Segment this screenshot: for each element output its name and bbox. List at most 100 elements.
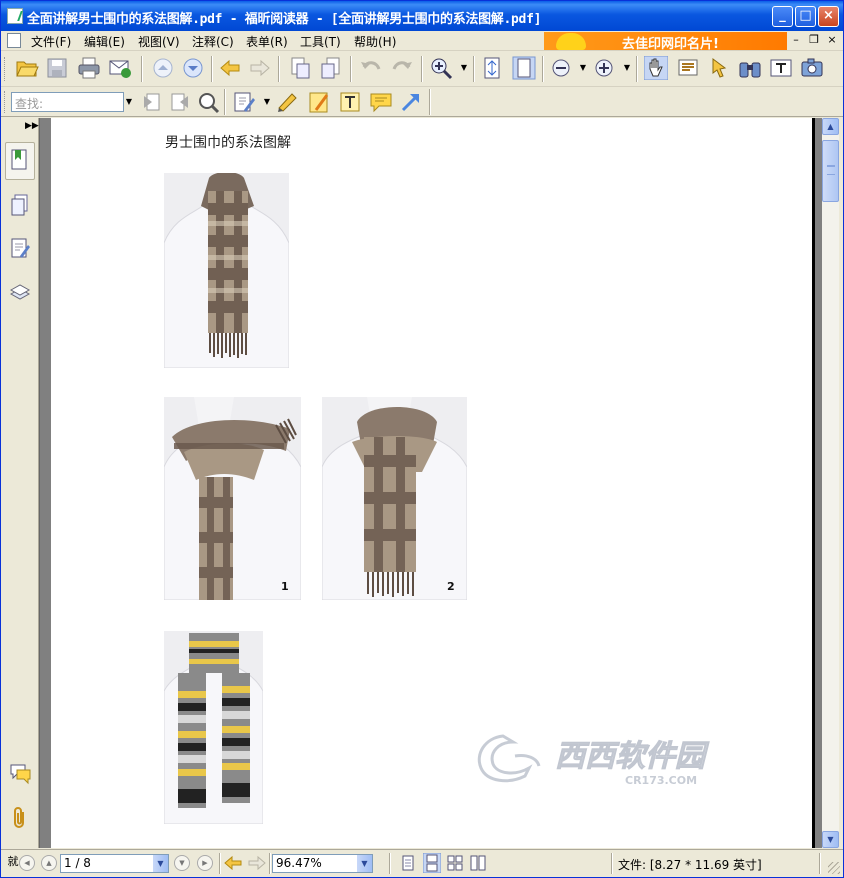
step-number-label: 2 — [447, 580, 455, 593]
annotations-icon[interactable] — [9, 236, 31, 260]
first-page-icon[interactable]: ◀ — [19, 855, 35, 871]
page-dropdown-arrow[interactable]: ▼ — [153, 855, 168, 872]
document-icon[interactable] — [7, 33, 21, 48]
document-viewport[interactable]: 男士围巾的系法图解 1 2 西西软件园 CR173.COM — [49, 118, 822, 848]
status-separator — [819, 853, 821, 874]
pages-thumbnail-icon[interactable] — [9, 193, 31, 217]
pencil-note-icon[interactable] — [307, 90, 331, 114]
forward-arrow-icon[interactable] — [248, 56, 272, 80]
menu-tools[interactable]: 工具(T) — [300, 33, 341, 50]
toolbar-separator — [211, 56, 213, 82]
minimize-button[interactable]: _ — [772, 6, 793, 27]
next-page-icon[interactable] — [181, 56, 205, 80]
snapshot-binoculars-icon[interactable] — [738, 56, 762, 80]
menu-edit[interactable]: 编辑(E) — [84, 33, 125, 50]
status-back-icon[interactable] — [224, 855, 242, 871]
insert-page-icon[interactable] — [319, 56, 343, 80]
previous-page-icon[interactable] — [151, 56, 175, 80]
find-toolbar: 查找: ▼ ▼ — [1, 87, 843, 117]
undo-icon[interactable] — [359, 56, 383, 80]
smiley-icon — [556, 33, 586, 50]
resize-grip[interactable] — [828, 862, 840, 874]
note-dropdown-arrow[interactable]: ▼ — [263, 90, 271, 114]
highlight-pen-icon[interactable] — [276, 90, 300, 114]
title-bar[interactable]: 全面讲解男士围巾的系法图解.pdf - 福昕阅读器 - [全面讲解男士围巾的系法… — [1, 1, 843, 31]
fit-page-icon[interactable] — [512, 56, 536, 80]
continuous-facing-view-icon[interactable] — [470, 855, 486, 871]
text-box-icon[interactable] — [338, 90, 362, 114]
zoom-in-circle-icon[interactable] — [592, 56, 616, 80]
navigation-sidebar: ▶▶ — [1, 118, 39, 848]
note-pencil-icon[interactable] — [232, 90, 256, 114]
zoom-level-dropdown-arrow[interactable]: ▼ — [357, 855, 372, 872]
doc-restore-button[interactable]: ❐ — [807, 33, 821, 47]
toolbar-grip[interactable] — [4, 91, 7, 113]
layers-icon[interactable] — [9, 280, 31, 304]
last-page-icon[interactable]: ▶ — [197, 855, 213, 871]
zoom-out-circle-icon[interactable] — [549, 56, 573, 80]
menu-comment[interactable]: 注释(C) — [192, 33, 234, 50]
open-folder-icon[interactable] — [15, 56, 39, 80]
extract-page-icon[interactable] — [288, 56, 312, 80]
save-icon[interactable] — [45, 56, 69, 80]
zoom-out-dropdown-arrow[interactable]: ▼ — [579, 56, 587, 80]
print-icon[interactable] — [77, 56, 101, 80]
search-icon[interactable] — [196, 90, 220, 114]
next-page-status-icon[interactable]: ▼ — [174, 855, 190, 871]
back-arrow-icon[interactable] — [218, 56, 242, 80]
menu-form[interactable]: 表单(R) — [246, 33, 288, 50]
bookmark-icon[interactable] — [9, 148, 31, 172]
actual-size-icon[interactable] — [480, 56, 504, 80]
continuous-view-icon[interactable] — [423, 853, 441, 873]
select-arrow-icon[interactable] — [707, 56, 731, 80]
prev-page-icon[interactable]: ▲ — [41, 855, 57, 871]
menu-help[interactable]: 帮助(H) — [354, 33, 396, 50]
toolbar-separator — [421, 56, 423, 82]
pdf-page: 男士围巾的系法图解 1 2 西西软件园 CR173.COM — [51, 118, 815, 848]
watermark-logo: 西西软件园 CR173.COM — [477, 734, 710, 787]
find-previous-icon[interactable] — [140, 90, 164, 114]
scroll-thumb[interactable] — [822, 140, 839, 202]
app-icon — [7, 8, 23, 24]
attachment-paperclip-icon[interactable] — [9, 806, 31, 830]
doc-close-button[interactable]: × — [825, 33, 839, 47]
hand-tool-icon[interactable] — [644, 56, 668, 80]
vertical-scrollbar[interactable]: ▲ ▼ — [822, 118, 839, 848]
menu-file[interactable]: 文件(F) — [31, 33, 71, 50]
comments-panel-icon[interactable] — [9, 761, 31, 785]
doc-minimize-button[interactable]: – — [789, 33, 803, 47]
step-number-label: 1 — [281, 580, 289, 593]
zoom-dropdown-arrow[interactable]: ▼ — [460, 56, 468, 80]
sidebar-splitter[interactable] — [39, 118, 49, 848]
toolbar-separator — [350, 56, 352, 82]
toolbar-grip[interactable] — [4, 57, 7, 81]
text-select-icon[interactable] — [676, 56, 700, 80]
facing-view-icon[interactable] — [447, 855, 463, 871]
scroll-down-icon[interactable]: ▼ — [822, 831, 839, 848]
comment-bubble-icon[interactable] — [369, 90, 393, 114]
menu-bar: 文件(F) 编辑(E) 视图(V) 注释(C) 表单(R) 工具(T) 帮助(H… — [1, 31, 843, 52]
close-button[interactable]: × — [818, 6, 839, 27]
maximize-button[interactable]: □ — [795, 6, 816, 27]
status-forward-icon[interactable] — [248, 855, 266, 871]
zoom-in-dropdown-arrow[interactable]: ▼ — [623, 56, 631, 80]
arrow-tool-icon[interactable] — [399, 90, 423, 114]
scroll-up-icon[interactable]: ▲ — [822, 118, 839, 135]
single-page-view-icon[interactable] — [401, 855, 415, 871]
document-heading: 男士围巾的系法图解 — [165, 135, 291, 151]
zoom-in-icon[interactable] — [429, 56, 453, 80]
email-icon[interactable] — [108, 56, 132, 80]
ad-banner[interactable]: 去佳印网印名片! — [544, 32, 787, 52]
zoom-level-field[interactable]: 96.47% ▼ — [272, 854, 373, 873]
typewriter-icon[interactable] — [769, 56, 793, 80]
svg-text:CR173.COM: CR173.COM — [625, 774, 697, 787]
redo-icon[interactable] — [390, 56, 414, 80]
camera-icon[interactable] — [800, 56, 824, 80]
page-number-field[interactable]: 1 / 8 ▼ — [60, 854, 169, 873]
find-dropdown-arrow[interactable]: ▼ — [124, 92, 134, 112]
toolbar-separator — [224, 89, 226, 115]
find-next-icon[interactable] — [168, 90, 192, 114]
expand-sidebar-icon[interactable]: ▶▶ — [25, 121, 39, 131]
menu-view[interactable]: 视图(V) — [138, 33, 180, 50]
find-input[interactable]: 查找: — [11, 92, 124, 112]
